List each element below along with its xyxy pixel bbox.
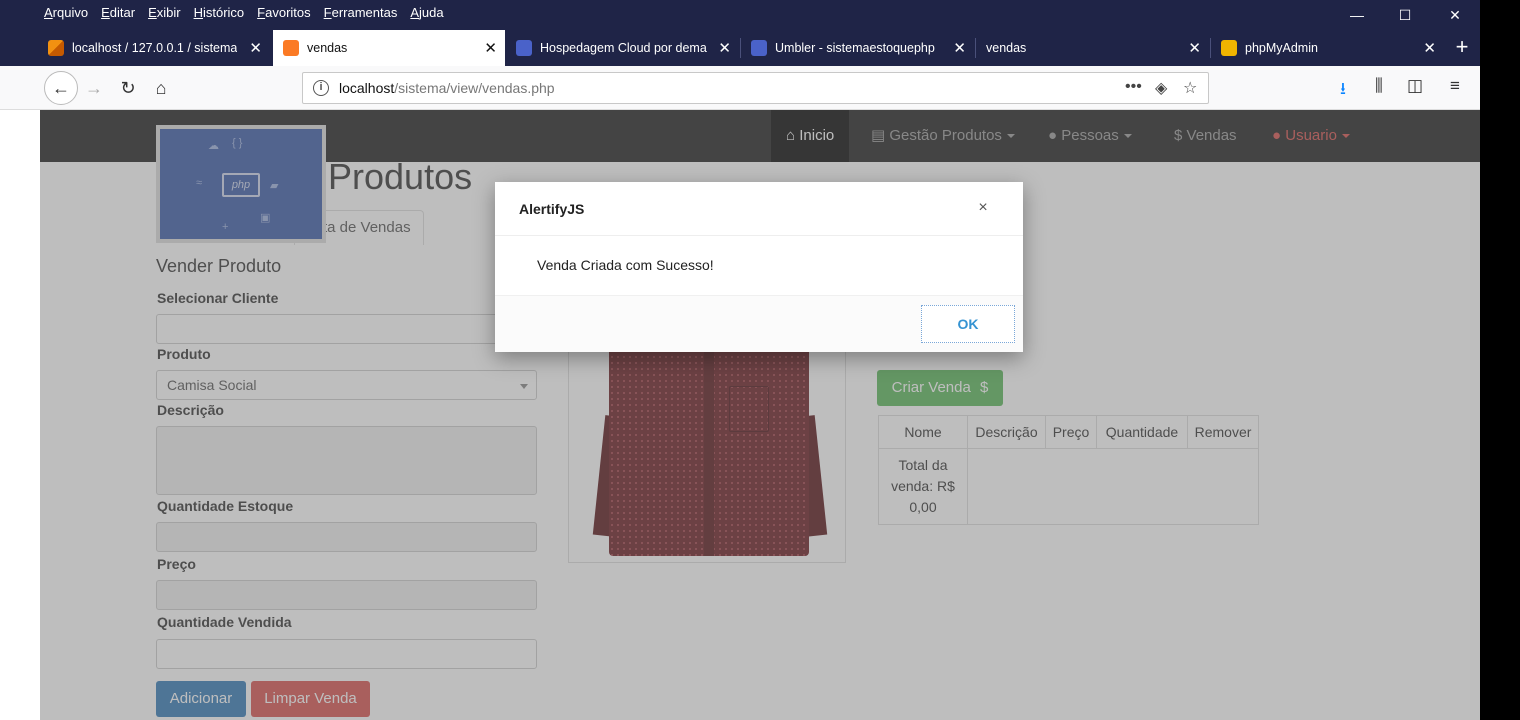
- dialog-message: Venda Criada com Sucesso!: [537, 257, 714, 273]
- menu-bar: Arquivo Editar Exibir Histórico Favorito…: [44, 5, 444, 20]
- menu-ajuda[interactable]: Ajuda: [410, 5, 443, 20]
- tab-vendas-2[interactable]: vendas ✕: [976, 30, 1209, 66]
- hamburger-menu-icon[interactable]: ≡: [1450, 76, 1460, 96]
- close-icon[interactable]: ×: [973, 198, 993, 218]
- dialog-body: Venda Criada com Sucesso!: [495, 237, 1023, 295]
- arrow-right-icon: →: [85, 78, 103, 98]
- tab-phpmyadmin[interactable]: phpMyAdmin ✕: [1211, 30, 1444, 66]
- maximize-button[interactable]: ☐: [1390, 4, 1420, 26]
- screen-edge: [1480, 0, 1520, 720]
- tab-vendas-active[interactable]: vendas ✕: [273, 30, 505, 66]
- more-actions-icon[interactable]: •••: [1125, 78, 1142, 96]
- browser-window: Arquivo Editar Exibir Histórico Favorito…: [0, 0, 1480, 720]
- pocket-icon[interactable]: ◈: [1155, 78, 1167, 98]
- menu-editar[interactable]: Editar: [101, 5, 135, 20]
- close-icon[interactable]: ✕: [249, 39, 262, 57]
- info-icon[interactable]: i: [313, 80, 329, 96]
- tab-phpmyadmin-sistema[interactable]: localhost / 127.0.0.1 / sistema ✕: [38, 30, 270, 66]
- arrow-left-icon: ←: [52, 78, 70, 98]
- menu-ferramentas[interactable]: Ferramentas: [324, 5, 398, 20]
- close-icon[interactable]: ✕: [1423, 39, 1436, 57]
- navigation-toolbar: ← → ↻ ⌂ i localhost/sistema/view/vendas.…: [0, 66, 1480, 110]
- tab-title: vendas: [307, 41, 348, 55]
- home-button[interactable]: ⌂: [147, 74, 175, 102]
- minimize-button[interactable]: —: [1342, 4, 1372, 26]
- umbler-icon: [516, 40, 532, 56]
- forward-button[interactable]: →: [80, 74, 108, 102]
- umbler-icon: [751, 40, 767, 56]
- new-tab-button[interactable]: +: [1450, 30, 1474, 66]
- dialog-footer: OK: [495, 295, 1023, 352]
- bookmark-star-icon[interactable]: ☆: [1183, 78, 1197, 98]
- back-button[interactable]: ←: [44, 71, 78, 105]
- dialog-header: AlertifyJS ×: [495, 182, 1023, 236]
- library-icon[interactable]: ⫼: [1375, 76, 1383, 96]
- menu-historico[interactable]: Histórico: [194, 5, 245, 20]
- ok-button[interactable]: OK: [921, 305, 1015, 343]
- sidebar-icon[interactable]: ◫: [1407, 76, 1423, 96]
- tab-bar: localhost / 127.0.0.1 / sistema ✕ vendas…: [0, 30, 1480, 66]
- dialog-title: AlertifyJS: [519, 201, 585, 217]
- tab-title: Hospedagem Cloud por dema: [540, 41, 707, 55]
- reload-icon: ↻: [120, 78, 136, 98]
- title-bar: Arquivo Editar Exibir Histórico Favorito…: [0, 0, 1480, 30]
- reload-button[interactable]: ↻: [114, 74, 142, 102]
- window-close-button[interactable]: ✕: [1440, 4, 1470, 26]
- menu-exibir[interactable]: Exibir: [148, 5, 181, 20]
- tab-hospedagem-cloud[interactable]: Hospedagem Cloud por dema ✕: [506, 30, 739, 66]
- menu-arquivo[interactable]: Arquivo: [44, 5, 88, 20]
- download-icon[interactable]: ⭳: [1340, 76, 1346, 105]
- close-icon[interactable]: ✕: [1188, 39, 1201, 57]
- tab-title: localhost / 127.0.0.1 / sistema: [72, 41, 238, 55]
- close-icon[interactable]: ✕: [953, 39, 966, 57]
- menu-favoritos[interactable]: Favoritos: [257, 5, 310, 20]
- alertify-dialog: AlertifyJS × Venda Criada com Sucesso! O…: [495, 182, 1023, 352]
- url-text: localhost/sistema/view/vendas.php: [339, 80, 555, 96]
- phpmyadmin-sail-icon: [48, 40, 64, 56]
- close-icon[interactable]: ✕: [484, 39, 497, 57]
- tab-title: vendas: [986, 41, 1027, 55]
- url-bar[interactable]: i localhost/sistema/view/vendas.php ••• …: [302, 72, 1209, 104]
- xampp-icon: [283, 40, 299, 56]
- tab-title: Umbler - sistemaestoquephp: [775, 41, 935, 55]
- close-icon[interactable]: ✕: [718, 39, 731, 57]
- tab-umbler-sistema[interactable]: Umbler - sistemaestoquephp ✕: [741, 30, 974, 66]
- home-icon: ⌂: [155, 78, 167, 98]
- tab-title: phpMyAdmin: [1245, 41, 1318, 55]
- phpmyadmin-icon: [1221, 40, 1237, 56]
